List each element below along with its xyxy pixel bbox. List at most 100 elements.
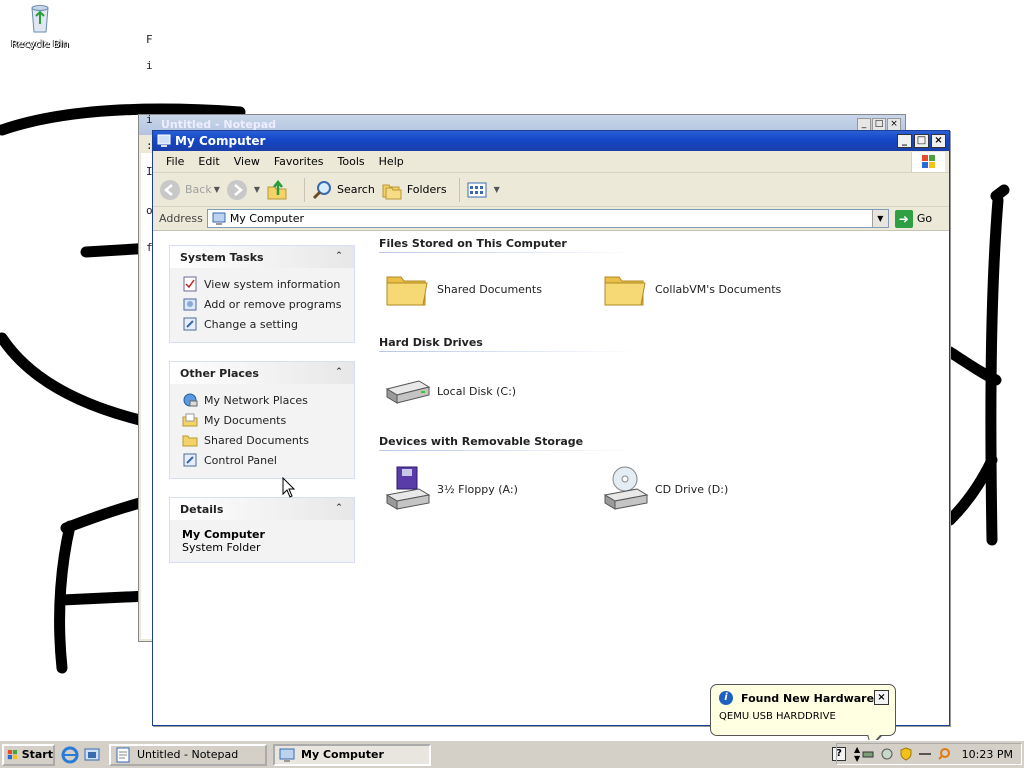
address-label: Address [159, 212, 203, 225]
start-label: Start [21, 748, 53, 761]
show-desktop-icon[interactable] [83, 746, 101, 764]
mouse-cursor-icon [282, 477, 296, 498]
menu-view[interactable]: View [227, 155, 267, 168]
back-button[interactable]: Back ▼ [159, 179, 220, 201]
details-header[interactable]: Details ⌃ [170, 498, 354, 520]
my-computer-window[interactable]: My Computer _ □ × File Edit View Favorit… [152, 130, 950, 726]
chevron-down-icon[interactable]: ▼ [254, 185, 260, 194]
quick-launch [61, 746, 101, 764]
go-button[interactable]: ➜ Go [894, 209, 933, 228]
forward-arrow-icon [226, 179, 247, 200]
other-places-panel: Other Places ⌃ My Network Places My Docu… [169, 361, 355, 479]
shared-documents-item[interactable]: Shared Documents [383, 265, 542, 313]
chevron-down-icon[interactable]: ▼ [494, 185, 500, 194]
clock[interactable]: 10:23 PM [962, 748, 1013, 761]
place-shared-documents[interactable]: Shared Documents [182, 430, 344, 450]
recycle-bin-icon [31, 5, 49, 33]
go-arrow-icon: ➜ [894, 209, 913, 228]
system-tasks-header[interactable]: System Tasks ⌃ [170, 246, 354, 268]
windows-flag-icon [7, 749, 18, 759]
task-add-remove-programs[interactable]: Add or remove programs [182, 294, 344, 314]
group-divider [379, 252, 637, 253]
address-dropdown-button[interactable]: ▼ [871, 210, 888, 227]
balloon-close-button[interactable]: × [874, 690, 889, 705]
start-button[interactable]: Start [2, 743, 55, 766]
system-tasks-title: System Tasks [180, 250, 264, 264]
computer-icon [212, 212, 226, 225]
up-folder-button[interactable] [266, 179, 292, 201]
my-documents-icon [182, 413, 198, 427]
collapse-chevron-icon[interactable]: ⌃ [332, 366, 346, 380]
maximize-button[interactable]: □ [914, 134, 929, 148]
hard-disk-icon [385, 380, 431, 404]
group-divider [379, 450, 637, 451]
back-label: Back [185, 183, 212, 196]
safely-remove-hardware-icon[interactable] [861, 747, 875, 761]
system-info-icon [183, 276, 197, 292]
forward-button[interactable]: ▼ [226, 179, 260, 201]
address-input[interactable]: My Computer ▼ [206, 209, 889, 228]
window-titlebar[interactable]: My Computer _ □ × [153, 131, 949, 151]
other-places-header[interactable]: Other Places ⌃ [170, 362, 354, 384]
menu-help[interactable]: Help [372, 155, 411, 168]
recycle-bin-desktop-icon[interactable]: Recycle Bin [8, 2, 72, 50]
menu-edit[interactable]: Edit [191, 155, 226, 168]
group-hdd-header: Hard Disk Drives [379, 336, 483, 349]
local-disk-c-item[interactable]: Local Disk (C:) [383, 367, 516, 415]
cd-drive-d-item[interactable]: CD Drive (D:) [601, 465, 728, 513]
task-change-setting[interactable]: Change a setting [182, 314, 344, 334]
address-value: My Computer [229, 212, 304, 225]
balloon-title: Found New Hardware [741, 691, 875, 705]
control-panel-icon [183, 453, 197, 467]
folders-label: Folders [406, 183, 447, 196]
notepad-icon [116, 747, 130, 762]
menu-tools[interactable]: Tools [331, 155, 372, 168]
menu-bar: File Edit View Favorites Tools Help [153, 151, 949, 173]
chevron-down-icon[interactable]: ▼ [214, 185, 220, 194]
info-icon: i [719, 691, 733, 705]
place-control-panel[interactable]: Control Panel [182, 450, 344, 470]
floppy-drive-icon [385, 466, 431, 510]
balloon-message: QEMU USB HARDDRIVE [719, 711, 836, 722]
place-my-network-places[interactable]: My Network Places [182, 390, 344, 410]
views-button[interactable]: ▼ [466, 179, 500, 201]
views-icon [467, 182, 487, 197]
group-files-header: Files Stored on This Computer [379, 237, 567, 250]
network-icon[interactable] [880, 747, 894, 761]
found-new-hardware-balloon[interactable]: i Found New Hardware QEMU USB HARDDRIVE … [710, 684, 896, 747]
internet-explorer-icon[interactable] [61, 746, 79, 764]
folders-button[interactable]: Folders [381, 179, 447, 201]
details-item-type: System Folder [182, 541, 261, 554]
recycle-bin-label: Recycle Bin [11, 39, 69, 50]
system-tray: 10:23 PM [836, 743, 1022, 765]
menu-file[interactable]: File [159, 155, 191, 168]
items-pane: Files Stored on This Computer Shared Doc… [379, 231, 949, 725]
floppy-a-item[interactable]: 3½ Floppy (A:) [383, 465, 518, 513]
place-my-documents[interactable]: My Documents [182, 410, 344, 430]
taskbar-button-notepad[interactable]: Untitled - Notepad [109, 743, 267, 766]
search-icon [312, 180, 332, 199]
computer-icon [157, 134, 171, 147]
search-button[interactable]: Search [311, 179, 375, 201]
minimize-button[interactable]: _ [897, 134, 912, 148]
content-area: System Tasks ⌃ View system information A… [153, 231, 949, 725]
collabvm-documents-item[interactable]: CollabVM's Documents [601, 265, 781, 313]
volume-icon[interactable] [918, 747, 932, 761]
collapse-chevron-icon[interactable]: ⌃ [332, 250, 346, 264]
task-view-system-information[interactable]: View system information [182, 274, 344, 294]
collapse-chevron-icon[interactable]: ⌃ [332, 502, 346, 516]
folder-icon [386, 276, 428, 306]
control-panel-icon [183, 317, 197, 331]
menu-favorites[interactable]: Favorites [267, 155, 331, 168]
search-tray-icon[interactable] [937, 747, 951, 761]
folder-icon [604, 276, 646, 306]
details-title: Details [180, 502, 224, 516]
close-button[interactable]: × [931, 134, 946, 148]
group-removable-header: Devices with Removable Storage [379, 435, 584, 448]
folders-icon [382, 184, 402, 199]
taskbar-button-my-computer[interactable]: My Computer [273, 743, 431, 766]
cd-drive-icon [603, 466, 649, 510]
computer-icon [279, 748, 295, 762]
security-shield-icon[interactable] [899, 747, 913, 761]
go-label: Go [916, 212, 933, 225]
